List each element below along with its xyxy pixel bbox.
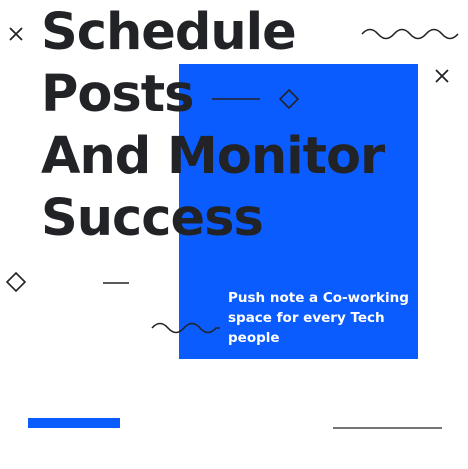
headline-line: Schedule <box>41 3 297 62</box>
close-icon <box>435 69 449 83</box>
wavy-line-icon <box>151 322 220 334</box>
headline-line: Success <box>41 189 264 248</box>
horizontal-dash <box>103 282 129 284</box>
headline: Schedule Posts And Monitor Success <box>41 2 385 250</box>
close-icon <box>9 27 23 41</box>
headline-line: And Monitor <box>41 127 385 186</box>
accent-bar <box>28 418 120 428</box>
horizontal-dash <box>212 98 260 100</box>
note-text: Push note a Co-working space for every T… <box>228 290 409 346</box>
wavy-line-icon <box>361 28 459 40</box>
headline-line: Posts <box>41 65 195 124</box>
diamond-icon <box>278 88 300 110</box>
diamond-icon <box>5 271 27 293</box>
horizontal-line <box>333 427 442 429</box>
